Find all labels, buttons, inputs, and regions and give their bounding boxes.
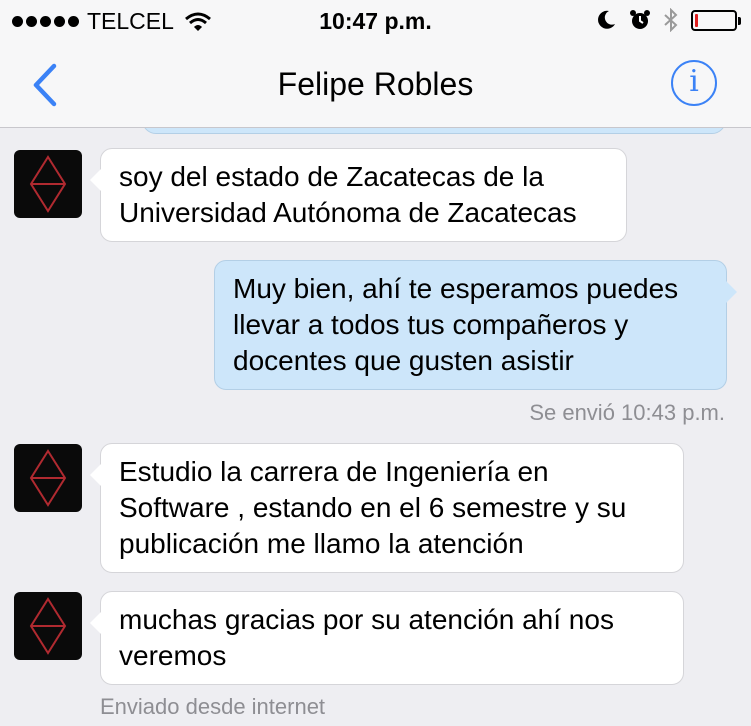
avatar[interactable] [14,444,82,512]
triangle-logo-icon [29,597,67,655]
battery-icon [691,9,741,31]
delivery-status: Se envió 10:43 p.m. [529,400,725,425]
triangle-logo-icon [29,449,67,507]
message-bubble-incoming[interactable]: muchas gracias por su atención ahí nos v… [90,591,684,685]
navigation-bar: Felipe Robles i [0,42,751,128]
top-bar: TELCEL 10:47 p.m. Felipe Robles i [0,0,751,128]
message-bubble-outgoing[interactable]: Muy bien, ahí te esperamos puedes llevar… [214,260,737,390]
message-bubble-incoming[interactable]: Estudio la carrera de Ingeniería en Soft… [90,443,684,573]
triangle-logo-icon [29,155,67,213]
status-bar: TELCEL 10:47 p.m. [0,0,751,42]
message-text: muchas gracias por su atención ahí nos v… [119,604,614,671]
message-text: Muy bien, ahí te esperamos puedes llevar… [233,273,679,376]
alarm-clock-icon [630,10,650,29]
message-text: Estudio la carrera de Ingeniería en Soft… [119,456,627,559]
avatar[interactable] [14,592,82,660]
avatar[interactable] [14,150,82,218]
info-button[interactable]: i [671,60,717,106]
moon-icon [598,10,615,29]
bluetooth-icon [664,8,678,32]
message-bubble-incoming[interactable]: soy del estado de Zacatecas de la Univer… [90,148,627,242]
contact-name: Felipe Robles [277,66,474,102]
sent-from-web-note: Enviado desde internet [100,694,326,719]
message-text: soy del estado de Zacatecas de la Univer… [119,161,577,228]
